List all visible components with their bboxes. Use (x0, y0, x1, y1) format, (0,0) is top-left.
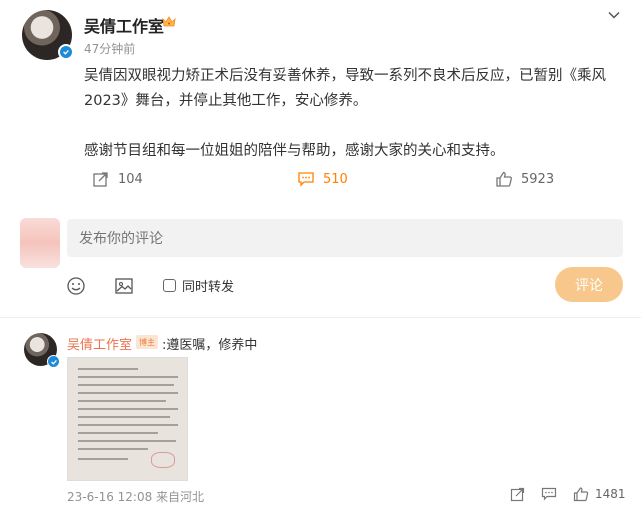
comment-button[interactable]: 510 (297, 170, 348, 188)
verified-icon (58, 44, 74, 60)
image-icon[interactable] (114, 276, 134, 296)
reply-author-name[interactable]: 吴倩工作室 (67, 334, 132, 353)
repost-checkbox[interactable]: 同时转发 (163, 276, 234, 295)
crown-icon (162, 16, 176, 27)
comment-icon (298, 172, 314, 187)
reply-meta: 23-6-16 12:08 来自河北 (67, 490, 205, 504)
reply-like-button[interactable]: 1481 (573, 486, 626, 502)
comment-icon (541, 487, 557, 501)
repost-button[interactable]: 104 (92, 170, 143, 188)
host-badge: 博主 (136, 335, 158, 349)
author-avatar[interactable] (22, 10, 74, 60)
thumbs-up-icon (496, 171, 512, 187)
reply-image-document[interactable] (67, 357, 188, 481)
comment-input[interactable] (67, 219, 623, 257)
checkbox-icon[interactable] (163, 279, 176, 292)
reply-comment-button[interactable] (541, 486, 563, 502)
author-name[interactable]: 吴倩工作室 (84, 13, 164, 37)
post-action-bar: 104 510 5923 (0, 170, 641, 190)
like-button[interactable]: 5923 (495, 170, 554, 188)
post-time[interactable]: 47分钟前 (84, 40, 135, 57)
thumbs-up-icon (573, 487, 589, 502)
divider (0, 317, 641, 318)
reply-author-avatar[interactable] (24, 333, 60, 368)
emoji-icon[interactable] (66, 276, 86, 296)
repost-checkbox-label: 同时转发 (182, 280, 235, 295)
comment-count: 510 (323, 171, 348, 187)
verified-icon (47, 355, 60, 368)
composer-tools: 同时转发 (0, 276, 641, 298)
repost-icon (93, 172, 108, 187)
post-content: 吴倩因双眼视力矫正术后没有妥善休养，导致一系列不良术后反应，已暂别《乘风2023… (84, 64, 624, 164)
chevron-down-icon[interactable] (607, 8, 621, 22)
current-user-avatar (20, 218, 60, 268)
post-paragraph: 吴倩因双眼视力矫正术后没有妥善休养，导致一系列不良术后反应，已暂别《乘风2023… (84, 68, 606, 109)
repost-count: 104 (118, 171, 143, 187)
reply-repost-button[interactable] (510, 486, 532, 502)
repost-icon (510, 487, 525, 502)
reply-text: :遵医嘱，修养中 (162, 338, 258, 353)
stamp-mark (151, 452, 175, 468)
post-paragraph: 感谢节目组和每一位姐姐的陪伴与帮助，感谢大家的关心和支持。 (84, 143, 505, 159)
submit-comment-button[interactable]: 评论 (555, 267, 623, 302)
like-count: 5923 (521, 171, 555, 187)
reply-like-count: 1481 (595, 487, 626, 501)
